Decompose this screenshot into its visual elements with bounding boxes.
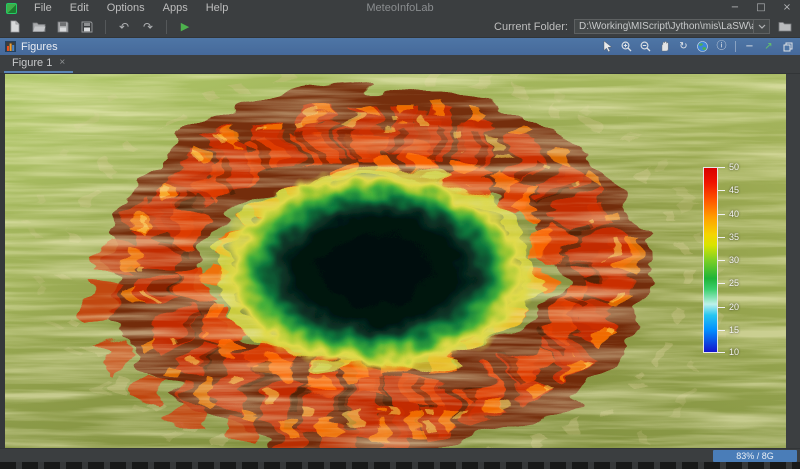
typhoon-figure[interactable] [5, 74, 786, 448]
tab-close-icon[interactable]: × [59, 58, 65, 68]
undo-button[interactable]: ↶ [115, 18, 133, 36]
title-bar: File Edit Options Apps Help MeteoInfoLab… [0, 0, 800, 16]
minimize-panel-icon: − [745, 42, 753, 52]
chevron-down-icon [758, 24, 766, 29]
new-file-icon [9, 20, 21, 33]
zoom-out-button[interactable] [638, 40, 653, 54]
menu-edit[interactable]: Edit [61, 0, 98, 16]
globe-button[interactable] [695, 40, 710, 54]
figures-panel-title: Figures [21, 41, 58, 53]
rotate-tool-button[interactable]: ↻ [676, 40, 691, 54]
figure-tab-bar: Figure 1 × [0, 55, 800, 74]
menu-file[interactable]: File [25, 0, 61, 16]
current-folder-label: Current Folder: [494, 21, 568, 33]
current-folder-combobox[interactable]: D:\Working\MIScript\Jython\mis\LaSW\airs… [574, 19, 770, 34]
menu-apps[interactable]: Apps [154, 0, 197, 16]
restore-panel-icon [783, 42, 793, 52]
save-button[interactable] [54, 18, 72, 36]
redo-icon: ↷ [143, 21, 153, 33]
zoom-in-button[interactable] [619, 40, 634, 54]
pointer-icon [603, 41, 613, 52]
status-bar: 83% / 8G [0, 448, 800, 462]
tab-label: Figure 1 [12, 57, 52, 69]
new-script-button[interactable] [6, 18, 24, 36]
current-folder-dropdown[interactable] [753, 20, 769, 33]
float-panel-button[interactable]: ↗ [761, 40, 776, 54]
redo-button[interactable]: ↷ [139, 18, 157, 36]
minimize-button[interactable]: − [722, 0, 748, 16]
save-as-icon [81, 21, 93, 33]
menu-help[interactable]: Help [197, 0, 238, 16]
figure-canvas-area: 50 45 40 35 30 25 20 15 10 [0, 74, 800, 448]
pan-tool-button[interactable] [657, 40, 672, 54]
meteoinfolab-window: File Edit Options Apps Help MeteoInfoLab… [0, 0, 800, 469]
restore-panel-button[interactable] [780, 40, 795, 54]
save-icon [57, 21, 69, 33]
maximize-button[interactable]: □ [748, 0, 774, 16]
globe-icon [697, 41, 708, 52]
figures-panel-icon [5, 41, 16, 52]
run-button[interactable]: ▶ [176, 18, 194, 36]
bottom-strip [0, 462, 800, 469]
toolbar-separator [166, 20, 167, 34]
run-icon: ▶ [181, 21, 189, 32]
minimize-panel-button[interactable]: − [742, 40, 757, 54]
identify-button[interactable]: ⓘ [714, 40, 729, 54]
save-as-button[interactable] [78, 18, 96, 36]
pointer-tool-button[interactable] [600, 40, 615, 54]
app-logo-icon [6, 3, 17, 14]
open-folder-icon [32, 21, 46, 33]
undo-icon: ↶ [119, 21, 129, 33]
toolbar-icons: ↶ ↷ ▶ [6, 18, 194, 36]
info-icon: ⓘ [717, 42, 727, 52]
rotate-icon: ↻ [679, 42, 687, 52]
browse-folder-icon [778, 21, 792, 32]
browse-folder-button[interactable] [776, 18, 794, 36]
typhoon-eye [219, 170, 535, 370]
zoom-in-icon [621, 41, 632, 52]
main-toolbar: ↶ ↷ ▶ Current Folder: D:\Working\MIScrip… [0, 16, 800, 38]
window-controls: − □ × [722, 0, 800, 16]
current-folder-zone: Current Folder: D:\Working\MIScript\Jyth… [494, 18, 794, 36]
open-button[interactable] [30, 18, 48, 36]
hand-pan-icon [659, 41, 670, 52]
current-folder-value[interactable]: D:\Working\MIScript\Jython\mis\LaSW\airs… [575, 21, 753, 32]
close-button[interactable]: × [774, 0, 800, 16]
zoom-out-icon [640, 41, 651, 52]
canvas-right-gutter [786, 74, 800, 448]
memory-usage-badge[interactable]: 83% / 8G [713, 450, 797, 462]
float-panel-icon: ↗ [764, 42, 772, 52]
tab-figure-1[interactable]: Figure 1 × [4, 55, 73, 73]
toolbar-separator [105, 20, 106, 34]
figures-toolbar: ↻ ⓘ − ↗ [600, 40, 795, 54]
figures-panel-header[interactable]: Figures [0, 38, 800, 55]
panel-separator [735, 41, 736, 52]
menu-options[interactable]: Options [98, 0, 154, 16]
